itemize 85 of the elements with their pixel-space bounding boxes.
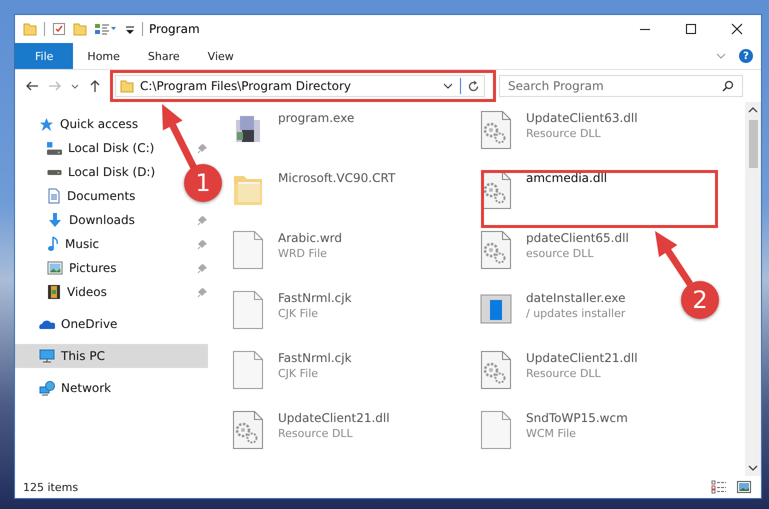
file-type: WCM File xyxy=(526,427,577,440)
search-field[interactable]: Search Program xyxy=(499,75,743,97)
pin-icon[interactable] xyxy=(197,142,208,154)
back-icon[interactable] xyxy=(25,79,39,93)
nav-item[interactable]: OneDrive xyxy=(15,312,122,336)
maximize-icon[interactable] xyxy=(685,23,697,35)
file-icon[interactable] xyxy=(480,410,512,450)
pin-icon[interactable] xyxy=(197,214,208,226)
file-name[interactable]: amcmedia.dll xyxy=(526,171,608,185)
file-name[interactable]: program.exe xyxy=(278,111,354,125)
scroll-thumb[interactable] xyxy=(748,120,758,168)
nav-item[interactable]: Music xyxy=(15,232,104,256)
file-icon[interactable] xyxy=(232,350,264,390)
nav-item[interactable]: This PC xyxy=(15,344,208,368)
large-icons-view-icon[interactable] xyxy=(737,481,751,493)
new-folder-icon[interactable] xyxy=(73,22,87,36)
download-icon xyxy=(47,212,63,228)
nav-item[interactable]: Local Disk (C:) xyxy=(15,136,158,160)
file-type: WRD File xyxy=(278,247,328,260)
cloud-icon xyxy=(39,318,55,330)
nav-item[interactable]: Downloads xyxy=(15,208,139,232)
scroll-down-icon[interactable] xyxy=(748,464,758,472)
gear-file-icon[interactable] xyxy=(232,410,264,450)
item-count: 125 items xyxy=(23,480,78,494)
nav-item[interactable]: Videos xyxy=(15,280,111,304)
properties-icon[interactable] xyxy=(52,22,66,36)
forward-icon[interactable] xyxy=(48,79,62,93)
file-name[interactable]: SndToWP15.wcm xyxy=(526,411,628,425)
image-icon xyxy=(47,261,63,275)
file-type: esource DLL xyxy=(526,247,595,260)
monitor-icon xyxy=(39,349,55,363)
arrow xyxy=(655,231,693,286)
customize-icon[interactable] xyxy=(94,22,118,36)
file-name[interactable]: dateInstaller.exe xyxy=(526,291,626,305)
file-icon[interactable] xyxy=(232,230,264,270)
window-title: Program xyxy=(149,22,200,36)
film-icon xyxy=(47,284,61,300)
refresh-icon[interactable] xyxy=(467,80,480,92)
file-name[interactable]: UpdateClient21.dll xyxy=(278,411,390,425)
gear-file-icon[interactable] xyxy=(480,230,512,270)
details-view-icon[interactable] xyxy=(711,480,727,494)
drive-icon xyxy=(47,142,62,154)
file-type: Resource DLL xyxy=(278,427,354,440)
ribbon-tab[interactable]: Home xyxy=(73,43,134,69)
scroll-up-icon[interactable] xyxy=(748,106,758,114)
document-icon xyxy=(47,188,61,204)
scrollbar[interactable] xyxy=(745,102,761,476)
file-name[interactable]: Microsoft.VC90.CRT xyxy=(278,171,396,185)
drive-icon xyxy=(47,170,62,174)
gear-file-icon[interactable] xyxy=(480,110,512,150)
address-bar[interactable]: C:\Program Files\Program Directory xyxy=(115,75,485,97)
file-type: CJK File xyxy=(278,367,320,380)
ribbon-tab[interactable]: Share xyxy=(134,43,194,69)
folder-icon[interactable] xyxy=(23,22,37,36)
nav-item[interactable]: Network xyxy=(15,376,116,400)
file-name[interactable]: UpdateClient63.dll xyxy=(526,111,638,125)
close-icon[interactable] xyxy=(731,23,743,35)
ribbon-tab[interactable]: View xyxy=(194,43,248,69)
ribbon-tab[interactable]: File xyxy=(15,43,74,69)
arrow xyxy=(162,104,198,170)
pin-icon[interactable] xyxy=(197,286,208,298)
file-name[interactable]: FastNrml.cjk xyxy=(278,291,352,305)
music-note-icon xyxy=(47,236,59,252)
nav-item[interactable]: Pictures xyxy=(15,256,121,280)
nav-item[interactable]: Documents xyxy=(15,184,140,208)
file-type: Resource DLL xyxy=(526,367,602,380)
nav-item[interactable]: Quick access xyxy=(15,112,142,136)
help-button[interactable]: ? xyxy=(739,49,753,63)
file-icon[interactable] xyxy=(232,290,264,330)
star-icon xyxy=(39,116,54,132)
pin-icon[interactable] xyxy=(197,262,208,274)
file-name[interactable]: pdateClient65.dll xyxy=(526,231,629,245)
file-name[interactable]: UpdateClient21.dll xyxy=(526,351,638,365)
file-type: / updates installer xyxy=(526,307,626,320)
nav-item[interactable]: Local Disk (D:) xyxy=(15,160,160,184)
network-icon xyxy=(39,380,55,396)
pin-icon[interactable] xyxy=(197,238,208,250)
file-name[interactable]: FastNrml.cjk xyxy=(278,351,352,365)
up-icon[interactable] xyxy=(88,79,102,93)
gear-file-icon[interactable] xyxy=(480,350,512,390)
search-icon xyxy=(722,80,734,92)
file-type: CJK File xyxy=(278,307,320,320)
file-type: Resource DLL xyxy=(526,127,602,140)
folder-icon xyxy=(120,79,134,93)
file-name[interactable]: Arabic.wrd xyxy=(278,231,342,245)
